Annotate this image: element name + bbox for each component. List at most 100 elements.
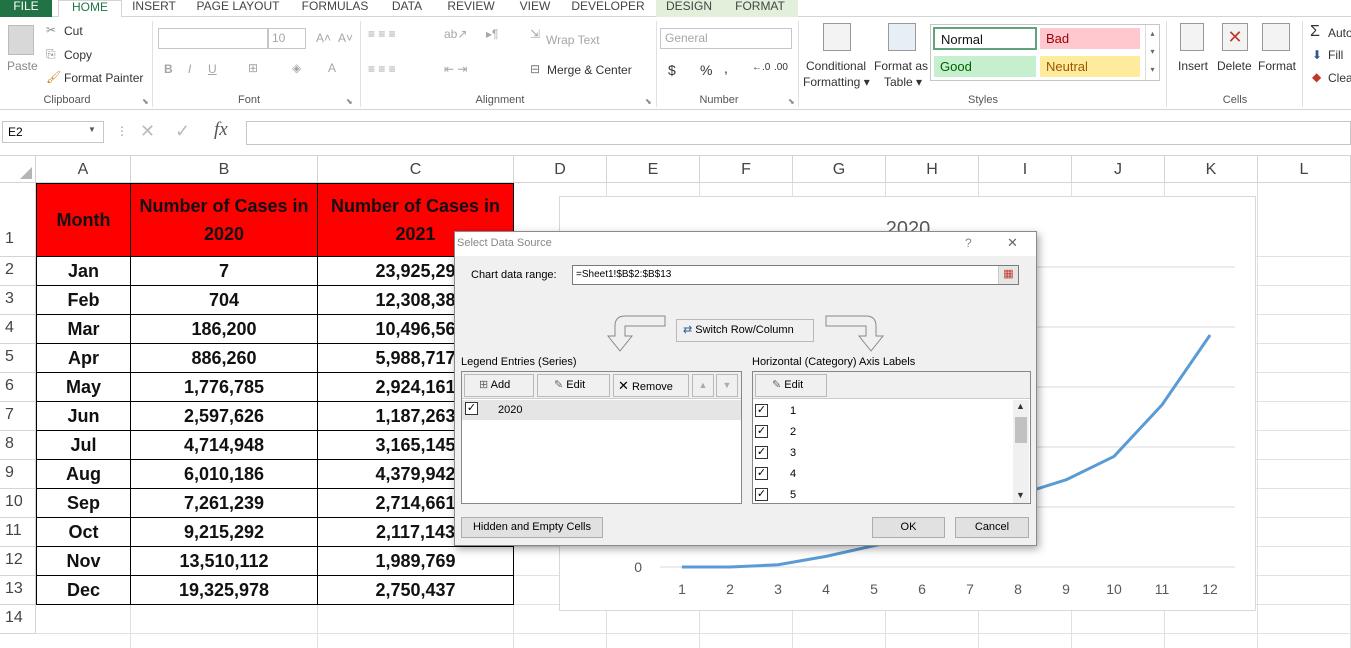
insert-button[interactable]: Insert — [1178, 59, 1208, 73]
style-bad[interactable]: Bad — [1039, 27, 1141, 50]
axis-item-checkbox[interactable]: ✓ — [755, 446, 768, 459]
column-header-i[interactable]: I — [979, 156, 1072, 183]
style-neutral[interactable]: Neutral — [1039, 55, 1141, 78]
column-header-e[interactable]: E — [607, 156, 700, 183]
copy-button[interactable]: Copy — [64, 48, 92, 62]
style-normal[interactable]: Normal — [933, 27, 1037, 50]
edit-axis-button[interactable]: ✎ Edit — [755, 374, 827, 397]
merge-center-button[interactable]: Merge & Center — [547, 63, 632, 77]
row-header-10[interactable]: 10 — [0, 489, 36, 518]
table-cell[interactable]: Mar — [36, 315, 131, 344]
remove-series-button[interactable]: ✕ Remove — [613, 374, 689, 397]
underline-button[interactable]: U — [208, 62, 217, 76]
table-header-cell[interactable]: Number of Cases in 2020 — [131, 183, 318, 257]
axis-scrollbar[interactable]: ▲ ▼ — [1013, 400, 1029, 503]
shrink-font-button[interactable]: A˅ — [338, 31, 353, 45]
percent-button[interactable]: % — [700, 62, 712, 78]
tab-developer[interactable]: DEVELOPER — [566, 0, 650, 17]
data-point[interactable] — [1209, 334, 1211, 336]
tab-design[interactable]: DESIGN — [656, 0, 722, 17]
insert-cells-icon[interactable] — [1180, 23, 1204, 51]
paste-icon[interactable] — [8, 25, 34, 55]
table-cell[interactable]: May — [36, 373, 131, 402]
cancel-entry-icon[interactable]: ✕ — [140, 121, 155, 142]
tab-formulas[interactable]: FORMULAS — [296, 0, 374, 17]
table-cell[interactable]: Jul — [36, 431, 131, 460]
number-launcher-icon[interactable]: ⬊ — [788, 97, 795, 106]
alignment-launcher-icon[interactable]: ⬊ — [645, 97, 652, 106]
edit-series-button[interactable]: ✎ Edit — [537, 374, 610, 397]
data-point[interactable] — [777, 564, 779, 566]
row-header-3[interactable]: 3 — [0, 286, 36, 315]
scroll-down-icon[interactable]: ▼ — [1016, 490, 1025, 500]
align-left-icon[interactable]: ≡ ≡ ≡ — [368, 62, 396, 76]
format-as-table-icon[interactable] — [888, 23, 916, 51]
grow-font-button[interactable]: A˄ — [316, 31, 331, 45]
column-header-k[interactable]: K — [1165, 156, 1258, 183]
format-as-table-button[interactable]: Format as — [874, 59, 928, 73]
table-cell[interactable]: Jan — [36, 257, 131, 286]
table-cell[interactable]: 1,776,785 — [131, 373, 318, 402]
tab-review[interactable]: REVIEW — [440, 0, 502, 17]
row-header-5[interactable]: 5 — [0, 344, 36, 373]
column-header-d[interactable]: D — [514, 156, 607, 183]
axis-list-item[interactable]: ✓ 3 — [753, 443, 1011, 463]
format-cells-icon[interactable] — [1262, 23, 1290, 51]
tab-file[interactable]: FILE — [0, 0, 52, 17]
table-cell[interactable]: Jun — [36, 402, 131, 431]
select-all-corner[interactable] — [0, 156, 36, 183]
confirm-entry-icon[interactable]: ✓ — [175, 121, 190, 142]
table-cell[interactable]: 704 — [131, 286, 318, 315]
table-cell[interactable]: 2,750,437 — [318, 576, 514, 605]
row-header-2[interactable]: 2 — [0, 257, 36, 286]
table-cell[interactable]: Apr — [36, 344, 131, 373]
column-header-f[interactable]: F — [700, 156, 793, 183]
row-header-1[interactable]: 1 — [0, 183, 36, 257]
row-header-14[interactable]: 14 — [0, 605, 36, 634]
column-header-h[interactable]: H — [886, 156, 979, 183]
cut-button[interactable]: Cut — [64, 24, 83, 38]
table-cell[interactable]: 13,510,112 — [131, 547, 318, 576]
clear-button[interactable]: Clea — [1328, 71, 1351, 85]
data-point[interactable] — [1113, 455, 1115, 457]
table-cell[interactable]: 7 — [131, 257, 318, 286]
orientation-icon[interactable]: ab↗ — [444, 27, 467, 41]
axis-item-checkbox[interactable]: ✓ — [755, 467, 768, 480]
column-header-c[interactable]: C — [318, 156, 514, 183]
collapse-dialog-icon[interactable]: ▦ — [998, 266, 1018, 284]
axis-list-item[interactable]: ✓ 2 — [753, 422, 1011, 442]
close-icon[interactable]: ✕ — [1007, 235, 1018, 251]
table-cell[interactable]: 186,200 — [131, 315, 318, 344]
format-button[interactable]: Format — [1258, 59, 1296, 73]
hidden-empty-cells-button[interactable]: Hidden and Empty Cells — [461, 517, 603, 538]
data-point[interactable] — [729, 566, 731, 568]
row-header-9[interactable]: 9 — [0, 460, 36, 489]
delete-button[interactable]: Delete — [1217, 59, 1252, 73]
table-cell[interactable]: 2,597,626 — [131, 402, 318, 431]
axis-list-item[interactable]: ✓ 5 — [753, 485, 1011, 505]
table-cell[interactable]: Sep — [36, 489, 131, 518]
table-cell[interactable]: Dec — [36, 576, 131, 605]
delete-cells-icon[interactable]: ✕ — [1222, 23, 1248, 51]
data-point[interactable] — [825, 555, 827, 557]
fill-color-icon[interactable]: ◈ — [292, 61, 301, 75]
data-point[interactable] — [1161, 404, 1163, 406]
move-up-button[interactable]: ▲ — [692, 374, 714, 397]
row-header-6[interactable]: 6 — [0, 373, 36, 402]
italic-button[interactable]: I — [188, 62, 191, 76]
data-point[interactable] — [1065, 479, 1067, 481]
decrease-decimal-icon[interactable]: .00 — [774, 62, 788, 73]
font-color-icon[interactable]: A — [328, 61, 336, 75]
table-cell[interactable]: 7,261,239 — [131, 489, 318, 518]
table-cell[interactable]: 9,215,292 — [131, 518, 318, 547]
axis-list-item[interactable]: ✓ 4 — [753, 464, 1011, 484]
column-header-l[interactable]: L — [1258, 156, 1351, 183]
axis-item-checkbox[interactable]: ✓ — [755, 488, 768, 501]
axis-item-checkbox[interactable]: ✓ — [755, 404, 768, 417]
table-cell[interactable]: 6,010,186 — [131, 460, 318, 489]
move-down-button[interactable]: ▼ — [716, 374, 738, 397]
increase-decimal-icon[interactable]: ←.0 — [752, 62, 770, 73]
row-header-11[interactable]: 11 — [0, 518, 36, 547]
insert-function-button[interactable]: fx — [214, 119, 228, 141]
column-header-b[interactable]: B — [131, 156, 318, 183]
